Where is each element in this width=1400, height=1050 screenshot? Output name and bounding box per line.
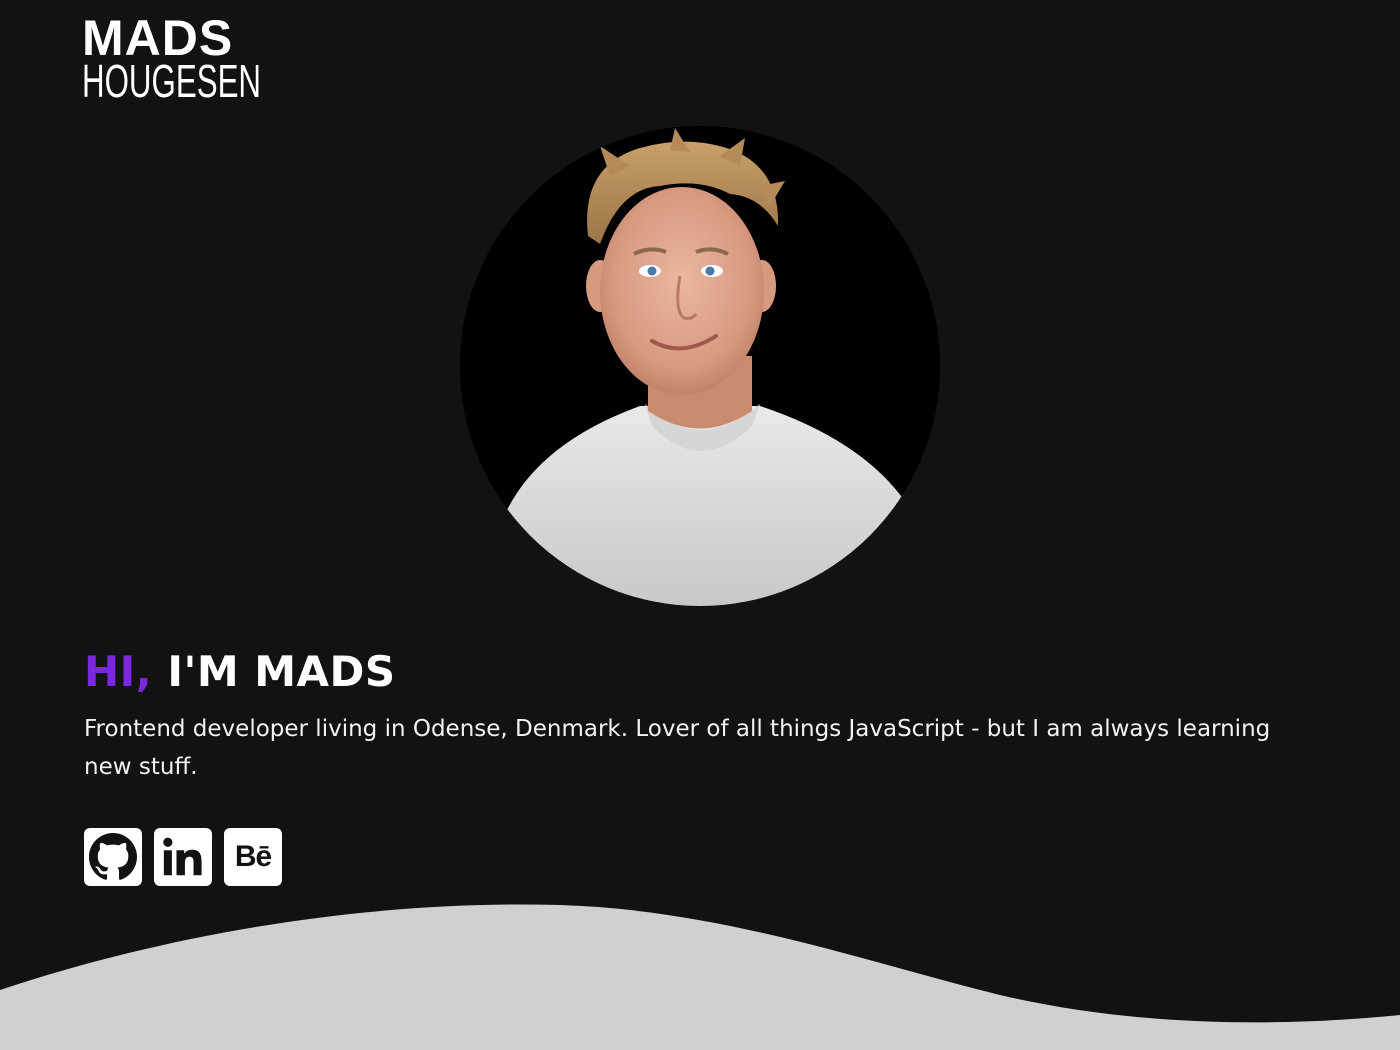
profile-photo [460, 126, 940, 606]
site-logo[interactable]: MADS HOUGESEN [82, 13, 345, 107]
github-link[interactable] [84, 828, 142, 886]
bottom-wave [0, 904, 1400, 1050]
logo-last-name: HOUGESEN [82, 55, 262, 107]
linkedin-icon [160, 834, 206, 880]
social-links: Bē [84, 828, 282, 886]
hero-heading: HI, I'M MADS [84, 644, 396, 700]
profile-photo-illustration [460, 126, 940, 606]
behance-link[interactable]: Bē [224, 828, 282, 886]
hero-description: Frontend developer living in Odense, Den… [84, 716, 1271, 780]
linkedin-link[interactable] [154, 828, 212, 886]
github-icon [89, 833, 137, 881]
hero-name: I'M MADS [167, 647, 396, 696]
behance-icon: Bē [234, 840, 272, 873]
hero-greeting: HI, [84, 647, 153, 696]
